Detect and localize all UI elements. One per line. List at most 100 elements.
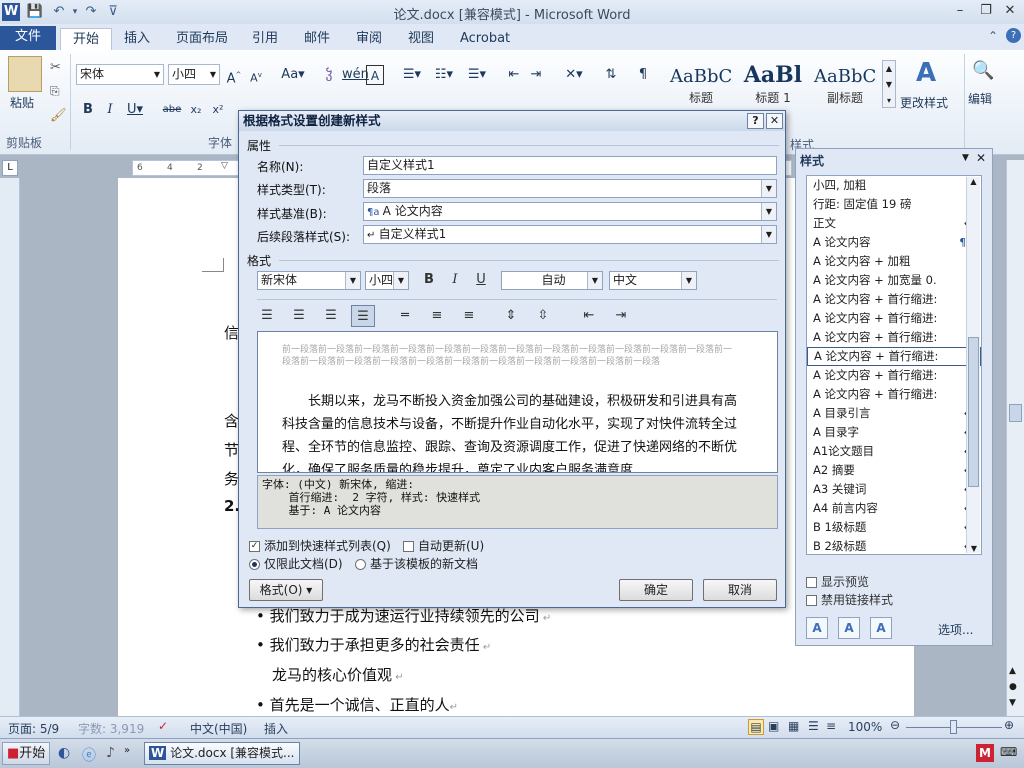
style-list-item[interactable]: B 2级标题↵	[807, 537, 981, 554]
tray-ime-icon[interactable]: ⌨	[1000, 745, 1017, 759]
style-list-item[interactable]: A 论文内容¶a	[807, 233, 981, 252]
disable-linked-checkbox[interactable]	[806, 595, 817, 606]
find-icon[interactable]: 🔍	[972, 60, 994, 81]
change-case-icon[interactable]: Aa▾	[280, 65, 306, 85]
add-to-quick-styles-option[interactable]: ✓ 添加到快速样式列表(Q)	[249, 537, 391, 554]
print-layout-icon[interactable]: ▤	[748, 719, 764, 735]
tab-acrobat[interactable]: Acrobat	[448, 28, 522, 50]
chinese-layout-icon[interactable]: ✕▾	[560, 65, 588, 85]
add-to-quick-styles-checkbox[interactable]: ✓	[249, 541, 260, 552]
style-list-item[interactable]: A 论文内容 + 首行缩进:	[807, 366, 981, 385]
taskbar-word-button[interactable]: W 论文.docx [兼容模式...	[144, 742, 300, 765]
language-indicator[interactable]: 中文(中国)	[190, 720, 247, 737]
decrease-indent-icon[interactable]: ⇤	[504, 65, 524, 85]
shrink-font-icon[interactable]: Av	[246, 65, 266, 85]
styles-list-scrollbar[interactable]: ▲ ▼	[966, 177, 980, 553]
tab-mailings[interactable]: 邮件	[292, 28, 342, 50]
underline-icon[interactable]: U▾	[124, 100, 146, 120]
style-heading1-button[interactable]: AaBl 标题 1	[742, 58, 804, 110]
indent-marker-icon[interactable]: ▽	[221, 161, 228, 171]
tab-insert[interactable]: 插入	[112, 28, 162, 50]
italic-icon[interactable]: I	[443, 269, 467, 291]
edit-label[interactable]: 编辑	[968, 90, 992, 107]
increase-para-spacing-icon[interactable]: ⇕	[499, 305, 523, 327]
paste-icon[interactable]	[8, 56, 42, 92]
double-spacing-icon[interactable]: ≡	[457, 305, 481, 327]
expand-quicklaunch-icon[interactable]: »	[124, 745, 130, 756]
copy-icon[interactable]: ⎘	[50, 84, 60, 99]
style-list-item[interactable]: A 论文内容 + 首行缩进:	[807, 347, 981, 366]
zoom-out-icon[interactable]: ⊖	[890, 718, 900, 732]
media-icon[interactable]: ♪	[106, 745, 115, 761]
new-template-option[interactable]: 基于该模板的新文档	[355, 555, 478, 572]
style-list-item[interactable]: 正文↵	[807, 214, 981, 233]
disable-linked-option[interactable]: 禁用链接样式	[806, 591, 893, 608]
outline-icon[interactable]: ☰	[808, 719, 819, 733]
style-list-item[interactable]: A3 关键词↵	[807, 480, 981, 499]
font-select[interactable]: 新宋体 ▼	[257, 271, 361, 290]
vertical-ruler[interactable]	[0, 178, 20, 716]
tab-home[interactable]: 开始	[60, 28, 113, 50]
bullets-icon[interactable]: ☰▾	[398, 65, 426, 85]
zoom-slider-thumb[interactable]	[950, 720, 957, 734]
bold-icon[interactable]: B	[417, 269, 441, 291]
tab-review[interactable]: 审阅	[344, 28, 394, 50]
cut-icon[interactable]: ✂	[50, 60, 61, 75]
start-button[interactable]: ■开始	[2, 742, 50, 765]
format-painter-icon[interactable]: 🖌	[50, 108, 67, 123]
style-list-item[interactable]: A 论文内容 + 首行缩进:	[807, 309, 981, 328]
draft-icon[interactable]: ≡	[826, 719, 836, 733]
style-list-item[interactable]: 小四, 加粗	[807, 176, 981, 195]
scroll-up-icon[interactable]: ▲	[967, 177, 980, 186]
tray-app-icon[interactable]: M	[976, 744, 994, 762]
style-name-input[interactable]: 自定义样式1	[363, 156, 777, 175]
full-screen-icon[interactable]: ▣	[768, 719, 779, 733]
auto-update-option[interactable]: 自动更新(U)	[403, 537, 484, 554]
subscript-icon[interactable]: x₂	[186, 100, 206, 120]
auto-update-checkbox[interactable]	[403, 541, 414, 552]
web-layout-icon[interactable]: ▦	[788, 719, 799, 733]
style-title-button[interactable]: AaBbC 标题	[670, 58, 732, 110]
style-list-item[interactable]: A 目录引言↵	[807, 404, 981, 423]
minimize-button[interactable]: –	[950, 2, 970, 20]
grow-font-icon[interactable]: A^	[224, 65, 244, 86]
ok-button[interactable]: 确定	[619, 579, 693, 601]
decrease-indent-icon[interactable]: ⇤	[577, 305, 601, 327]
zoom-in-icon[interactable]: ⊕	[1004, 718, 1014, 732]
ie-icon[interactable]: ⓔ	[82, 745, 96, 765]
bold-icon[interactable]: B	[78, 100, 98, 120]
insert-mode[interactable]: 插入	[264, 720, 288, 737]
style-list-item[interactable]: A1论文题目↵	[807, 442, 981, 461]
style-subtitle-button[interactable]: AaBbC 副标题	[814, 58, 876, 110]
style-list-item[interactable]: A 论文内容 + 首行缩进:	[807, 290, 981, 309]
next-style-select[interactable]: ↵ 自定义样式1 ▼	[363, 225, 777, 244]
cancel-button[interactable]: 取消	[703, 579, 777, 601]
page-count[interactable]: 页面: 5/9	[8, 720, 59, 737]
styles-gallery-scroll[interactable]: ▲ ▼ ▾	[882, 60, 896, 108]
style-list-item[interactable]: A 论文内容 + 加宽量 0.	[807, 271, 981, 290]
justify-icon[interactable]: ☰	[351, 305, 375, 327]
tab-references[interactable]: 引用	[240, 28, 290, 50]
tab-page-layout[interactable]: 页面布局	[164, 28, 240, 50]
align-center-icon[interactable]: ☰	[287, 305, 311, 327]
close-window-button[interactable]: ✕	[1000, 2, 1020, 20]
browse-object-icon[interactable]: ●	[1009, 682, 1017, 692]
sort-icon[interactable]: ⇅	[600, 65, 622, 85]
style-list-item[interactable]: A 目录字↵	[807, 423, 981, 442]
multilevel-list-icon[interactable]: ☰▾	[462, 65, 492, 85]
italic-icon[interactable]: I	[100, 100, 120, 120]
numbering-icon[interactable]: ☷▾	[430, 65, 458, 85]
help-icon[interactable]: ?	[1006, 28, 1021, 43]
scroll-thumb[interactable]	[968, 337, 979, 487]
font-size-combo[interactable]: 小四 ▼	[168, 64, 220, 85]
style-list-item[interactable]: A 论文内容 + 首行缩进:	[807, 328, 981, 347]
zoom-level[interactable]: 100%	[848, 720, 882, 734]
restore-button[interactable]: ❐	[976, 2, 996, 20]
next-page-icon[interactable]: ▼	[1009, 698, 1016, 708]
word-count[interactable]: 字数: 3,919	[78, 720, 144, 737]
style-type-select[interactable]: 段落 ▼	[363, 179, 777, 198]
dialog-help-button[interactable]: ?	[747, 113, 764, 129]
phonetic-guide-icon[interactable]: wén	[342, 65, 369, 85]
style-list-item[interactable]: 行距: 固定值 19 磅	[807, 195, 981, 214]
show-marks-icon[interactable]: ¶	[632, 65, 654, 85]
